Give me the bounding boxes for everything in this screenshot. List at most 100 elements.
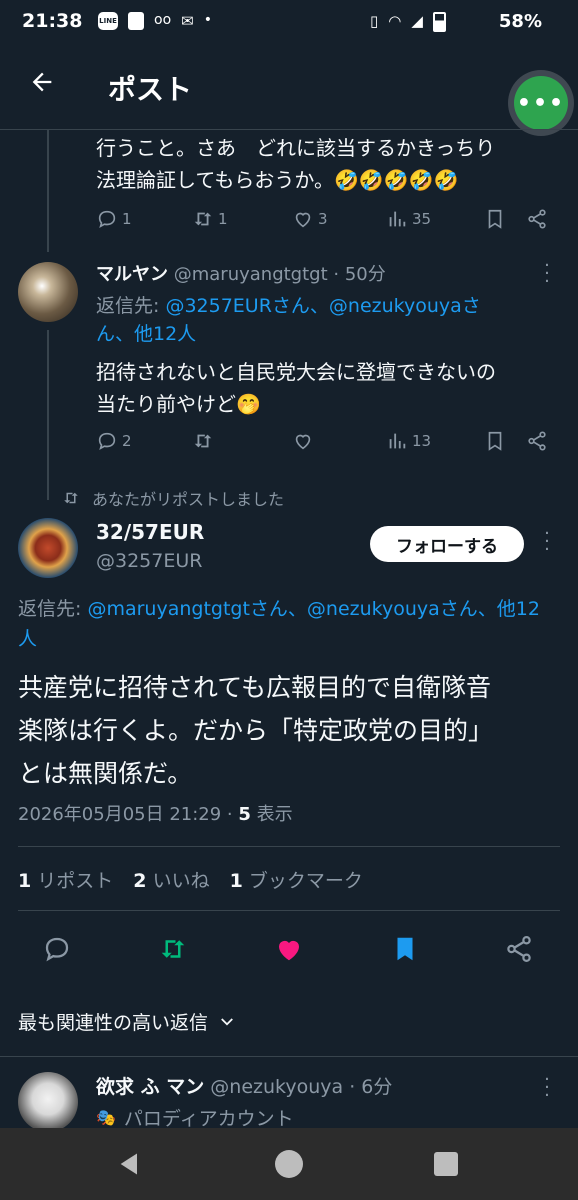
repost-notice-text: あなたがリポストしました bbox=[92, 490, 285, 509]
page-title: ポスト bbox=[108, 73, 193, 106]
avatar-maruyan[interactable] bbox=[18, 262, 78, 322]
nav-recents-button[interactable] bbox=[434, 1152, 458, 1176]
main-handle[interactable]: @3257EUR bbox=[96, 550, 202, 572]
display-name[interactable]: マルヤン bbox=[96, 264, 168, 285]
views-count: 13 bbox=[412, 432, 432, 450]
replying-links[interactable]: @maruyangtgtgtさん、@nezukyouyaさん、他12 bbox=[87, 598, 540, 620]
nav-home-button[interactable] bbox=[275, 1150, 303, 1178]
repost-stat-count: 1 bbox=[18, 870, 32, 892]
views-action[interactable]: 35 bbox=[386, 208, 431, 230]
repost-icon bbox=[161, 940, 185, 958]
share-action[interactable] bbox=[526, 208, 548, 230]
replying-links-cont[interactable]: ん、他12人 bbox=[96, 320, 556, 348]
thread-line-upper bbox=[47, 130, 49, 252]
reply-tweet-text[interactable]: 招待されないと自民党大会に登壇できないの 当たり前やけど🤭 bbox=[96, 356, 566, 420]
mail-icon: ✉ bbox=[181, 12, 194, 30]
tweet-menu-icon[interactable]: · · · bbox=[540, 257, 554, 291]
bookmark-action[interactable] bbox=[484, 208, 506, 230]
wifi-icon: ◠ bbox=[388, 12, 402, 30]
parody-badge: 🎭 パロディアカウント bbox=[96, 1104, 294, 1131]
share-action[interactable] bbox=[526, 430, 548, 452]
triangle-back-icon bbox=[120, 1153, 137, 1175]
replying-links[interactable]: @3257EURさん、@nezukyouyaさ bbox=[165, 295, 480, 317]
repost-action-active[interactable] bbox=[158, 934, 188, 968]
top-app-bar: ポスト bbox=[0, 44, 578, 130]
bookmark-action[interactable] bbox=[484, 430, 506, 452]
system-nav-bar bbox=[0, 1128, 578, 1200]
more-options-button[interactable]: ••• bbox=[514, 76, 568, 130]
vibrate-icon: ▯ bbox=[370, 12, 379, 30]
repost-small-icon bbox=[64, 492, 78, 504]
avatar-nezukyouya[interactable] bbox=[18, 1072, 78, 1132]
repost-stat[interactable]: 1 リポスト bbox=[18, 866, 113, 893]
share-action[interactable] bbox=[504, 934, 534, 968]
reply-text-line2: 当たり前やけど🤭 bbox=[96, 392, 261, 416]
like-stat[interactable]: 2 いいね bbox=[133, 866, 209, 893]
reply-icon bbox=[45, 937, 69, 962]
main-text-line2: 楽隊は行くよ。だから「特定政党の目的」 bbox=[18, 716, 494, 745]
share-icon bbox=[528, 209, 546, 229]
stats-divider-top bbox=[18, 846, 560, 847]
views-count: 5 bbox=[238, 804, 251, 825]
repost-action[interactable]: 1 bbox=[192, 208, 228, 230]
replying-links-cont[interactable]: 人 bbox=[18, 624, 578, 654]
avatar-3257eur[interactable] bbox=[18, 518, 78, 578]
tweet-menu-icon[interactable]: · · · bbox=[540, 1071, 554, 1105]
reply-tweet-header: マルヤン @maruyangtgtgt · 50分 bbox=[96, 260, 536, 286]
bookmark-stat[interactable]: 1 ブックマーク bbox=[230, 866, 363, 893]
bookmark-icon bbox=[397, 937, 413, 961]
timestamp: · 50分 bbox=[333, 264, 386, 285]
like-count: 3 bbox=[318, 210, 328, 228]
prev-tweet-text-line1: 行うこと。さあ どれに該当するかきっちり bbox=[96, 136, 496, 160]
bookmark-action-active[interactable] bbox=[390, 934, 420, 968]
signal-icon: ◢ bbox=[411, 12, 423, 30]
main-replying-to: 返信先: @maruyangtgtgtさん、@nezukyouyaさん、他12 … bbox=[18, 594, 578, 654]
like-action-active[interactable] bbox=[274, 934, 304, 968]
follow-button[interactable]: フォローする bbox=[370, 526, 524, 562]
reply-action[interactable] bbox=[42, 934, 72, 968]
line-icon: LINE bbox=[98, 12, 118, 30]
battery-icon bbox=[432, 12, 446, 32]
views-icon bbox=[389, 211, 406, 227]
mask-icon: 🎭 bbox=[96, 1108, 116, 1127]
main-display-name[interactable]: 32/57EUR bbox=[96, 520, 204, 544]
repost-stat-label: リポスト bbox=[37, 870, 114, 892]
status-notification-icons: LINE ᴏᴏ ✉ • bbox=[98, 12, 212, 30]
reply-count: 2 bbox=[122, 432, 132, 450]
tweet-stats: 1 リポスト 2 いいね 1 ブックマーク bbox=[18, 866, 363, 893]
handle[interactable]: @maruyangtgtgt bbox=[174, 264, 328, 285]
reply-count: 1 bbox=[122, 210, 132, 228]
like-action[interactable]: 3 bbox=[292, 208, 328, 230]
bookmark-stat-label: ブックマーク bbox=[248, 870, 363, 892]
tweet-menu-icon[interactable]: · · · bbox=[540, 525, 554, 559]
tweet-meta: 2026年05月05日 21:29 · 5 表示 bbox=[18, 800, 293, 826]
replies-sort-label: 最も関連性の高い返信 bbox=[18, 1012, 209, 1034]
like-stat-label: いいね bbox=[152, 870, 210, 892]
bookmark-icon bbox=[488, 431, 502, 451]
main-tweet-actions bbox=[0, 930, 578, 970]
reply-action[interactable]: 1 bbox=[96, 208, 132, 230]
share-icon bbox=[528, 431, 546, 451]
display-name[interactable]: 欲求 ふ マン bbox=[96, 1076, 204, 1098]
header-divider bbox=[0, 129, 578, 130]
back-button[interactable] bbox=[28, 68, 56, 104]
stats-divider-bottom bbox=[18, 910, 560, 911]
handle[interactable]: @nezukyouya bbox=[210, 1076, 343, 1098]
reply-action[interactable]: 2 bbox=[96, 430, 132, 452]
heart-icon bbox=[295, 434, 311, 450]
next-reply-header: 欲求 ふ マン @nezukyouya · 6分 bbox=[96, 1072, 536, 1099]
repost-icon bbox=[194, 212, 212, 226]
main-text-line1: 共産党に招待されても広報目的で自衛隊音 bbox=[18, 673, 492, 702]
views-action[interactable]: 13 bbox=[386, 430, 431, 452]
heart-icon bbox=[295, 212, 311, 228]
bookmark-stat-count: 1 bbox=[229, 870, 243, 892]
nav-back-button[interactable] bbox=[116, 1150, 144, 1182]
prev-tweet[interactable]: 行うこと。さあ どれに該当するかきっちり 法理論証してもらおうか。🤣🤣🤣🤣🤣 bbox=[96, 132, 566, 196]
like-action[interactable] bbox=[292, 430, 314, 452]
thread-line-lower bbox=[47, 330, 49, 500]
repost-action[interactable] bbox=[192, 430, 214, 452]
views-count: 35 bbox=[412, 210, 432, 228]
replies-sort-dropdown[interactable]: 最も関連性の高い返信 bbox=[18, 1008, 236, 1035]
replying-label: 返信先: bbox=[96, 295, 160, 317]
timestamp: · 6分 bbox=[349, 1076, 393, 1098]
